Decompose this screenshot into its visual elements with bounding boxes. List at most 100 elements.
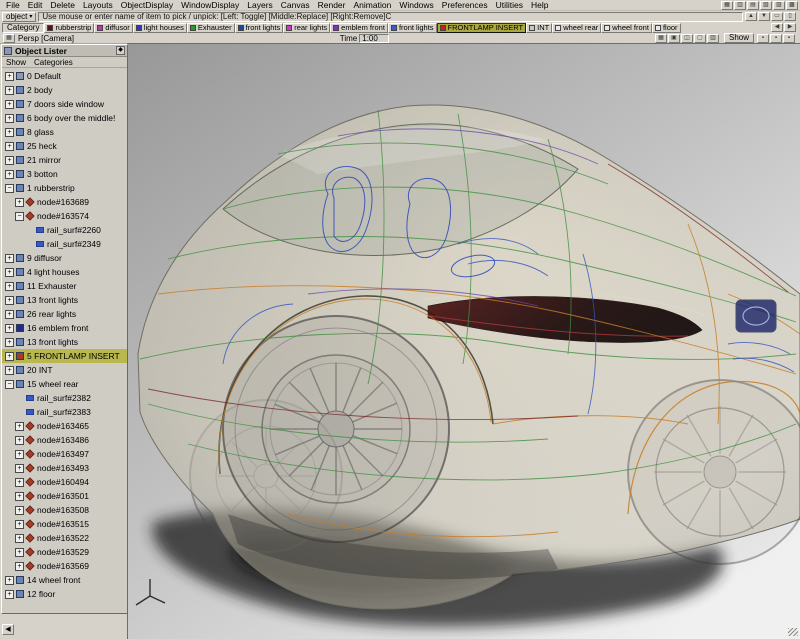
expand-icon[interactable]: + bbox=[5, 170, 14, 179]
collapse-icon[interactable]: − bbox=[5, 184, 14, 193]
expand-icon[interactable]: + bbox=[5, 100, 14, 109]
resize-grip[interactable] bbox=[788, 628, 798, 636]
tree-item[interactable]: +13 front lights bbox=[2, 335, 127, 349]
expand-icon[interactable]: + bbox=[15, 506, 24, 515]
prompt-history-down-icon[interactable]: ▼ bbox=[758, 12, 770, 21]
tree-item[interactable]: +9 diffusor bbox=[2, 251, 127, 265]
expand-icon[interactable]: + bbox=[5, 254, 14, 263]
menu-help[interactable]: Help bbox=[527, 0, 552, 10]
expand-icon[interactable]: + bbox=[15, 436, 24, 445]
prompt-history-up-icon[interactable]: ▲ bbox=[745, 12, 757, 21]
expand-icon[interactable]: + bbox=[15, 464, 24, 473]
tree-item[interactable]: +node#163522 bbox=[2, 531, 127, 545]
category-chip-floor[interactable]: floor bbox=[652, 23, 681, 33]
panel-scroll-left-button[interactable]: ◀ bbox=[2, 624, 14, 635]
expand-icon[interactable]: + bbox=[5, 156, 14, 165]
menu-delete[interactable]: Delete bbox=[46, 0, 79, 10]
menu-render[interactable]: Render bbox=[314, 0, 350, 10]
tree-item[interactable]: +16 emblem front bbox=[2, 321, 127, 335]
object-picker-button[interactable]: object ▾ bbox=[2, 12, 36, 22]
view-mini-button-1[interactable]: ▪ bbox=[757, 34, 769, 43]
tree-item[interactable]: +node#163493 bbox=[2, 461, 127, 475]
tree-item[interactable]: +4 light houses bbox=[2, 265, 127, 279]
show-button[interactable]: Show bbox=[724, 33, 754, 43]
tree-item[interactable]: −1 rubberstrip bbox=[2, 181, 127, 195]
tree-item[interactable]: +20 INT bbox=[2, 363, 127, 377]
expand-icon[interactable]: + bbox=[5, 114, 14, 123]
view-prev-icon[interactable]: ▦ bbox=[655, 34, 667, 43]
viewport-canvas[interactable] bbox=[128, 44, 800, 639]
category-chip-rubberstrip[interactable]: rubberstrip bbox=[44, 23, 94, 33]
tree-item[interactable]: rail_surf#2383 bbox=[2, 405, 127, 419]
menu-windows[interactable]: Windows bbox=[395, 0, 437, 10]
expand-icon[interactable]: + bbox=[5, 86, 14, 95]
time-value-input[interactable]: 1:00 bbox=[359, 34, 389, 43]
category-chip-front-lights[interactable]: front lights bbox=[235, 23, 284, 33]
category-chip-front-lights[interactable]: front lights bbox=[388, 23, 437, 33]
layout-horiz-icon[interactable]: ▤ bbox=[747, 1, 759, 10]
snap-grid-icon[interactable]: ▧ bbox=[760, 1, 772, 10]
layout-single-icon[interactable]: ▦ bbox=[721, 1, 733, 10]
perspective-viewport[interactable] bbox=[128, 44, 800, 639]
expand-icon[interactable]: + bbox=[15, 492, 24, 501]
category-chip-rear-lights[interactable]: rear lights bbox=[283, 23, 330, 33]
snap-point-icon[interactable]: ▩ bbox=[786, 1, 798, 10]
expand-icon[interactable]: + bbox=[5, 324, 14, 333]
tree-item[interactable]: +node#163689 bbox=[2, 195, 127, 209]
menu-animation[interactable]: Animation bbox=[350, 0, 396, 10]
expand-icon[interactable]: + bbox=[5, 296, 14, 305]
menu-canvas[interactable]: Canvas bbox=[277, 0, 314, 10]
menu-file[interactable]: File bbox=[2, 0, 24, 10]
expand-icon[interactable]: + bbox=[15, 520, 24, 529]
view-next-icon[interactable]: ▣ bbox=[668, 34, 680, 43]
menu-objectdisplay[interactable]: ObjectDisplay bbox=[117, 0, 177, 10]
category-chip-frontlamp-insert[interactable]: FRONTLAMP INSERT bbox=[437, 23, 527, 33]
tree-item[interactable]: +node#163508 bbox=[2, 503, 127, 517]
category-chip-wheel-rear[interactable]: wheel rear bbox=[552, 23, 601, 33]
tree-item[interactable]: +21 mirror bbox=[2, 153, 127, 167]
chips-scroll-right-icon[interactable]: ▶ bbox=[784, 23, 796, 32]
category-chip-emblem-front[interactable]: emblem front bbox=[330, 23, 388, 33]
tree-item[interactable]: +25 heck bbox=[2, 139, 127, 153]
camera-selector[interactable]: ▦ Persp [Camera] bbox=[3, 34, 74, 43]
tree-item[interactable]: +node#160494 bbox=[2, 475, 127, 489]
expand-icon[interactable]: + bbox=[5, 72, 14, 81]
expand-icon[interactable]: + bbox=[5, 128, 14, 137]
view-mini-button-2[interactable]: ▪ bbox=[770, 34, 782, 43]
expand-icon[interactable]: + bbox=[15, 534, 24, 543]
collapse-icon[interactable]: − bbox=[5, 380, 14, 389]
tree-item[interactable]: +7 doors side window bbox=[2, 97, 127, 111]
expand-icon[interactable]: + bbox=[15, 562, 24, 571]
menu-layouts[interactable]: Layouts bbox=[79, 0, 117, 10]
menu-utilities[interactable]: Utilities bbox=[492, 0, 527, 10]
chips-scroll-left-icon[interactable]: ◀ bbox=[771, 23, 783, 32]
tree-item[interactable]: +26 rear lights bbox=[2, 307, 127, 321]
tree-item[interactable]: −node#163574 bbox=[2, 209, 127, 223]
category-chip-light-houses[interactable]: light houses bbox=[133, 23, 187, 33]
tree-item[interactable]: +14 wheel front bbox=[2, 573, 127, 587]
promptline-expand-icon[interactable]: ▯ bbox=[784, 12, 796, 21]
view-pan-icon[interactable]: ▢ bbox=[694, 34, 706, 43]
expand-icon[interactable]: + bbox=[5, 282, 14, 291]
expand-icon[interactable]: + bbox=[5, 268, 14, 277]
expand-icon[interactable]: + bbox=[15, 548, 24, 557]
tree-item[interactable]: +2 body bbox=[2, 83, 127, 97]
expand-icon[interactable]: + bbox=[15, 198, 24, 207]
panel-menu-button[interactable]: ◆ bbox=[116, 46, 125, 55]
view-mini-button-3[interactable]: ▪ bbox=[783, 34, 795, 43]
view-look-icon[interactable]: ▥ bbox=[707, 34, 719, 43]
expand-icon[interactable]: + bbox=[5, 352, 14, 361]
tree-item[interactable]: +node#163497 bbox=[2, 447, 127, 461]
tree-item[interactable]: +5 FRONTLAMP INSERT bbox=[2, 349, 127, 363]
category-chip-int[interactable]: INT bbox=[526, 23, 552, 33]
expand-icon[interactable]: + bbox=[5, 576, 14, 585]
prompt-field[interactable]: Use mouse or enter name of item to pick … bbox=[38, 12, 743, 22]
tree-item[interactable]: +13 front lights bbox=[2, 293, 127, 307]
expand-icon[interactable]: + bbox=[5, 590, 14, 599]
expand-icon[interactable]: + bbox=[15, 422, 24, 431]
tree-item[interactable]: +12 floor bbox=[2, 587, 127, 601]
tree-item[interactable]: +node#163486 bbox=[2, 433, 127, 447]
tree-item[interactable]: rail_surf#2349 bbox=[2, 237, 127, 251]
tab-categories[interactable]: Categories bbox=[34, 58, 73, 67]
category-chip-diffusor[interactable]: diffusor bbox=[94, 23, 132, 33]
